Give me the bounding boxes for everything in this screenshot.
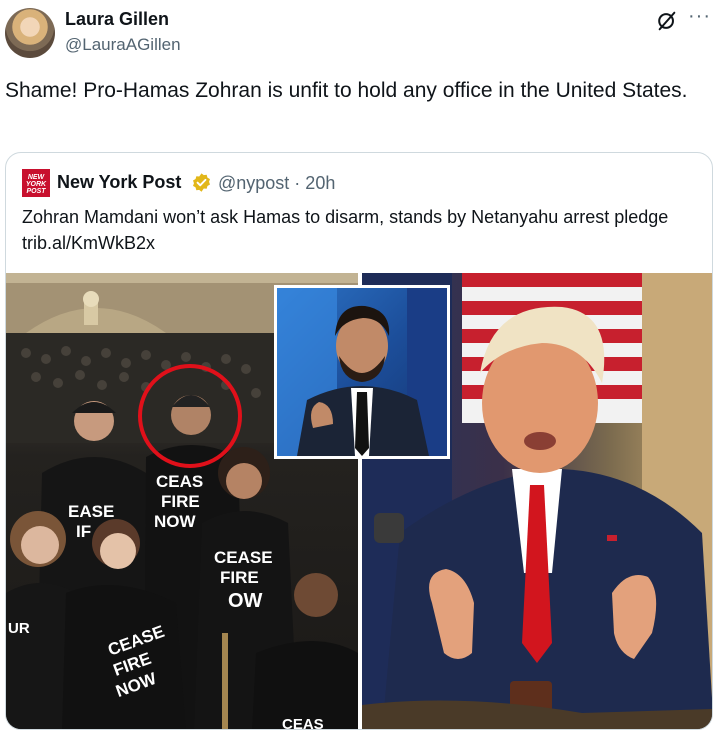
author-handle[interactable]: @LauraAGillen — [65, 35, 181, 55]
tweet-text: Shame! Pro-Hamas Zohran is unfit to hold… — [5, 79, 688, 102]
more-options-icon[interactable]: ··· — [688, 6, 711, 26]
verified-badge-icon — [193, 173, 210, 192]
quoted-author-name[interactable]: New York Post — [57, 172, 181, 193]
svg-text:UR: UR — [8, 620, 30, 637]
svg-text:CEAS: CEAS — [282, 716, 324, 730]
quoted-handle-and-time: @nypost · 20h — [218, 173, 336, 193]
nypost-logo: NEW YORK POST — [22, 169, 50, 197]
svg-text:OW: OW — [228, 590, 263, 612]
svg-text:CEAS: CEAS — [156, 472, 203, 491]
svg-text:FIRE: FIRE — [220, 568, 259, 587]
quoted-tweet[interactable]: NEW YORK POST New York Post @nypost · 20… — [5, 152, 713, 730]
inset-photo[interactable] — [274, 285, 450, 459]
inset-photo-illustration — [277, 288, 447, 456]
svg-text:FIRE: FIRE — [161, 492, 200, 511]
author-name[interactable]: Laura Gillen — [65, 9, 169, 30]
svg-text:NOW: NOW — [154, 512, 197, 531]
svg-text:IF: IF — [76, 522, 91, 541]
svg-text:CEASE: CEASE — [214, 548, 273, 567]
svg-text:EASE: EASE — [68, 502, 114, 521]
grok-icon[interactable] — [656, 10, 678, 32]
quoted-tweet-text: Zohran Mamdani won’t ask Hamas to disarm… — [22, 207, 669, 253]
author-avatar[interactable] — [5, 8, 55, 58]
